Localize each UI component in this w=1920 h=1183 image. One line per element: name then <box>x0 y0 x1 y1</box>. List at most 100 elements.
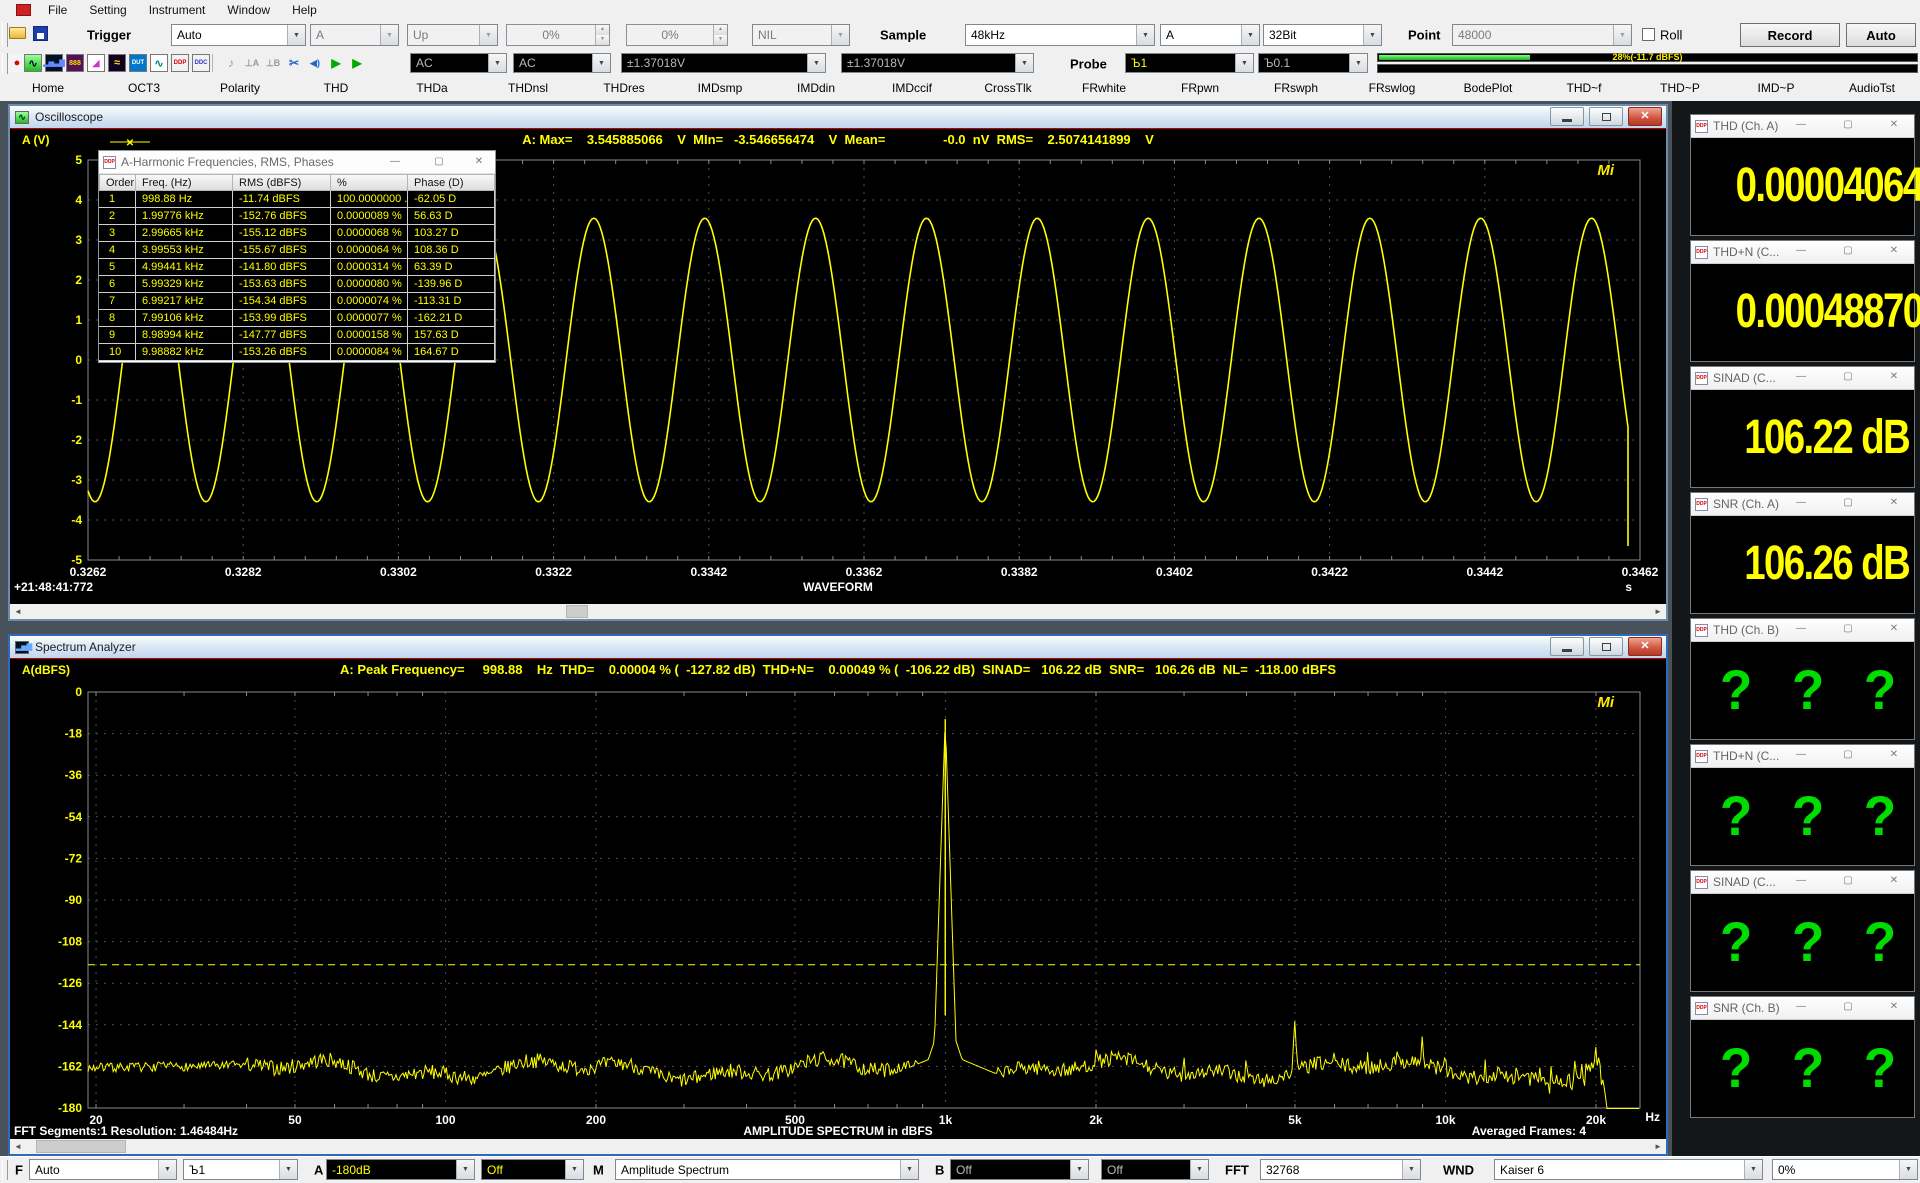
dropdown-arrow-icon[interactable] <box>287 25 305 45</box>
column-header-2[interactable]: RMS (dBFS) <box>233 174 331 191</box>
minimize-button[interactable]: — <box>1794 118 1808 132</box>
sample-rate-select[interactable]: 48kHz <box>965 24 1155 46</box>
dropdown-arrow-icon[interactable] <box>158 1160 176 1179</box>
spec-horizontal-scrollbar[interactable]: ◄ ► <box>10 1139 1666 1154</box>
spinner-arrows-icon[interactable]: ▲▼ <box>595 25 609 45</box>
close-button[interactable]: ✕ <box>1887 496 1901 510</box>
meter-titlebar[interactable]: DDPTHD+N (C...—▢✕ <box>1691 241 1914 264</box>
overlap-select[interactable]: 0% <box>1772 1159 1918 1180</box>
trigger-hpf-select[interactable]: NIL <box>752 24 850 46</box>
dropdown-arrow-icon[interactable] <box>1402 1160 1420 1179</box>
minimize-button[interactable]: — <box>1794 748 1808 762</box>
maximize-button[interactable]: ▢ <box>1841 874 1855 888</box>
maximize-button[interactable]: ▢ <box>1841 118 1855 132</box>
tab-thd~f[interactable]: THD~f <box>1536 77 1632 101</box>
tab-home[interactable]: Home <box>0 77 96 101</box>
minimize-button[interactable]: — <box>1794 874 1808 888</box>
range-b-select[interactable]: ±1.37018V <box>841 53 1034 73</box>
minimize-button[interactable]: — <box>1794 244 1808 258</box>
table-row[interactable]: 76.99217 kHz-154.34 dBFS0.0000074 %-113.… <box>99 293 495 310</box>
ddc-monitor-icon[interactable]: DDC <box>192 54 210 72</box>
menu-item-instrument[interactable]: Instrument <box>138 0 217 20</box>
dropdown-arrow-icon[interactable] <box>1349 54 1367 72</box>
table-row[interactable]: 32.99665 kHz-155.12 dBFS0.0000068 %103.2… <box>99 225 495 242</box>
roll-checkbox[interactable] <box>1642 28 1655 41</box>
sample-channel-select[interactable]: A <box>1160 24 1260 46</box>
close-button[interactable]: ✕ <box>1887 874 1901 888</box>
close-button[interactable]: ✕ <box>1887 118 1901 132</box>
harmonic-table-titlebar[interactable]: DDP A-Harmonic Frequencies, RMS, Phases … <box>99 151 495 174</box>
dropdown-arrow-icon[interactable] <box>1613 25 1631 45</box>
channel-b-mode-select[interactable]: Off <box>1101 1159 1209 1180</box>
scroll-left-icon[interactable]: ◄ <box>10 1139 26 1154</box>
channel-a-mode-select[interactable]: Off <box>481 1159 584 1180</box>
signal-generator-icon[interactable]: ≈ <box>108 54 126 72</box>
dropdown-arrow-icon[interactable] <box>1190 1160 1208 1179</box>
spectrum-titlebar[interactable]: ▂▅▇ Spectrum Analyzer ✕ <box>10 636 1666 659</box>
tab-thdnsl[interactable]: THDnsl <box>480 77 576 101</box>
maximize-button[interactable]: ▢ <box>1841 622 1855 636</box>
coupling-b-select[interactable]: AC <box>513 53 611 73</box>
dropdown-arrow-icon[interactable] <box>1235 54 1253 72</box>
table-row[interactable]: 54.99441 kHz-141.80 dBFS0.0000314 %63.39… <box>99 259 495 276</box>
dropdown-arrow-icon[interactable] <box>1015 54 1033 72</box>
menu-item-help[interactable]: Help <box>281 0 328 20</box>
dropdown-arrow-icon[interactable] <box>592 54 610 72</box>
record-button[interactable]: Record <box>1740 23 1840 47</box>
scissors-icon[interactable]: ✂ <box>285 54 303 72</box>
maximize-button[interactable]: ▢ <box>1841 244 1855 258</box>
tab-frswph[interactable]: FRswph <box>1248 77 1344 101</box>
column-header-4[interactable]: Phase (D) <box>408 174 495 191</box>
record-length-select[interactable]: 48000 <box>1452 24 1632 46</box>
tab-imdccif[interactable]: IMDccif <box>864 77 960 101</box>
close-button[interactable]: ✕ <box>1887 748 1901 762</box>
table-row[interactable]: 1998.88 Hz-11.74 dBFS100.0000000 ...-62.… <box>99 191 495 208</box>
derived-data-point-icon[interactable]: ∿ <box>150 54 168 72</box>
probe-b-select[interactable]: Ъ0.1 <box>1258 53 1368 73</box>
meter-titlebar[interactable]: DDPSINAD (C...—▢✕ <box>1691 367 1914 390</box>
scroll-left-icon[interactable]: ◄ <box>10 604 26 619</box>
window-function-select[interactable]: Kaiser 6 <box>1494 1159 1763 1180</box>
osc-horizontal-scrollbar[interactable]: ◄ ► <box>10 604 1666 619</box>
dropdown-arrow-icon[interactable] <box>1899 1160 1917 1179</box>
scroll-right-icon[interactable]: ► <box>1650 604 1666 619</box>
maximize-button[interactable]: ▢ <box>431 155 447 168</box>
coupling-a-select[interactable]: AC <box>410 53 507 73</box>
dropdown-arrow-icon[interactable] <box>488 54 506 72</box>
meter-titlebar[interactable]: DDPSINAD (C...—▢✕ <box>1691 871 1914 894</box>
tab-frwhite[interactable]: FRwhite <box>1056 77 1152 101</box>
maximize-button[interactable] <box>1589 107 1623 126</box>
spectrum-plot-area[interactable]: A: Peak Frequency= 998.88 Hz THD= 0.0000… <box>10 658 1666 1139</box>
dropdown-arrow-icon[interactable] <box>565 1160 583 1179</box>
multimeter-icon[interactable]: 888 <box>66 54 84 72</box>
close-button[interactable]: ✕ <box>1887 622 1901 636</box>
save-icon[interactable] <box>31 24 49 42</box>
range-a-select[interactable]: ±1.37018V <box>621 53 826 73</box>
table-row[interactable]: 43.99553 kHz-155.67 dBFS0.0000064 %108.3… <box>99 242 495 259</box>
spectrum-analyzer-icon[interactable]: ▂▅▃▇ <box>45 54 63 72</box>
tab-oct3[interactable]: OCT3 <box>96 77 192 101</box>
meter-titlebar[interactable]: DDPTHD+N (C...—▢✕ <box>1691 745 1914 768</box>
dropdown-arrow-icon[interactable] <box>1363 25 1381 45</box>
channel-b-range-select[interactable]: Off <box>950 1159 1089 1180</box>
dropdown-arrow-icon[interactable] <box>380 25 398 45</box>
view-mode-select[interactable]: Amplitude Spectrum <box>615 1159 919 1180</box>
minimize-button[interactable]: — <box>387 155 403 168</box>
table-row[interactable]: 87.99106 kHz-153.99 dBFS0.0000077 %-162.… <box>99 310 495 327</box>
scroll-right-icon[interactable]: ► <box>1650 1139 1666 1154</box>
toolbar-grip[interactable] <box>2 1160 8 1180</box>
column-header-0[interactable]: Order <box>99 174 136 191</box>
dropdown-arrow-icon[interactable] <box>1241 25 1259 45</box>
ground-a-icon[interactable]: ⊥A <box>243 54 261 72</box>
dropdown-arrow-icon[interactable] <box>1136 25 1154 45</box>
minimize-button[interactable] <box>1550 107 1584 126</box>
minimize-button[interactable]: — <box>1794 1000 1808 1014</box>
auto-button[interactable]: Auto <box>1846 23 1916 47</box>
tab-imdsmp[interactable]: IMDsmp <box>672 77 768 101</box>
maximize-button[interactable]: ▢ <box>1841 496 1855 510</box>
channel-a-range-select[interactable]: -180dB <box>326 1159 475 1180</box>
tab-thd~p[interactable]: THD~P <box>1632 77 1728 101</box>
close-button[interactable]: ✕ <box>1628 637 1662 656</box>
device-under-test-icon[interactable]: DUT <box>129 54 147 72</box>
trigger-delay-spinner[interactable]: 0%▲▼ <box>626 24 728 46</box>
